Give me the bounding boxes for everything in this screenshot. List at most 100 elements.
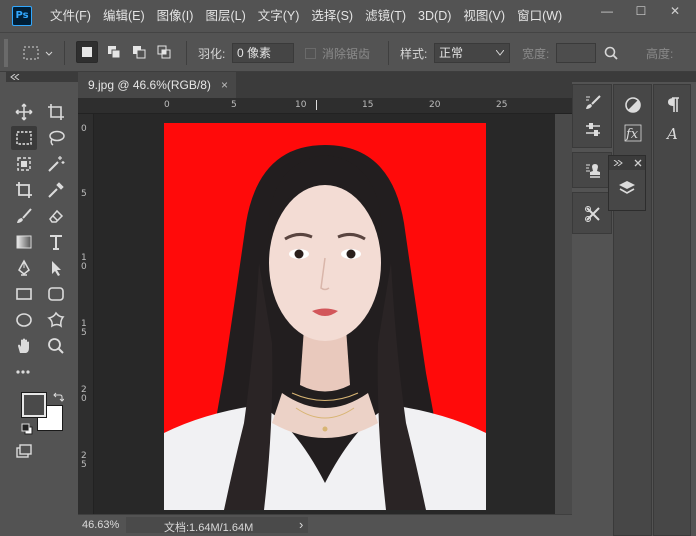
hand-tool[interactable] [11,334,37,358]
paragraph-panel-button[interactable] [660,93,686,117]
horizontal-ruler[interactable]: 0 5 10 15 20 25 [78,98,572,114]
minimize-button[interactable]: — [590,0,624,22]
eyedropper-tool[interactable] [43,178,69,202]
eraser-tool[interactable] [43,204,69,228]
sliders-icon [586,123,600,136]
type-tool[interactable] [43,230,69,254]
marquee-icon [16,131,32,145]
character-panel-button[interactable]: A [660,121,686,145]
screen-mode-button[interactable] [11,440,37,464]
menu-3d[interactable]: 3D(D) [412,0,457,32]
width-input-wrap [556,33,596,73]
zoom-tool[interactable] [43,334,69,358]
feather-input[interactable]: 0 像素 [232,43,294,63]
brush-settings-icon [586,95,601,109]
antialias-label: 消除锯齿 [322,46,371,61]
menu-type[interactable]: 文字(Y) [252,0,306,32]
tool-preset-picker[interactable] [22,33,56,73]
swap-colors-icon[interactable] [52,391,64,403]
object-select-icon [17,157,31,171]
clone-source-button[interactable] [580,159,606,183]
style-select[interactable]: 正常 [434,43,510,63]
close-icon[interactable] [634,159,642,167]
menu-view[interactable]: 视图(V) [457,0,511,32]
antialias-checkbox[interactable] [305,47,316,59]
more-tools-button[interactable] [11,360,37,384]
brush-icon [17,208,32,223]
panel-column-header[interactable] [613,72,653,82]
type-icon [50,235,62,250]
menu-window[interactable]: 窗口(W) [511,0,568,32]
layers-icon [619,181,635,194]
fx-icon: fx [624,124,642,142]
subtract-selection-button[interactable] [128,41,150,63]
move-tool[interactable] [11,100,37,124]
status-menu-arrow[interactable]: › [299,517,303,532]
tools-panel-header[interactable] [6,72,78,82]
brush-tool[interactable] [11,204,37,228]
styles-panel-button[interactable]: fx [620,121,646,145]
rectangle-tool[interactable] [11,282,37,306]
ruler-h-label: 15 [362,100,374,110]
gradient-tool[interactable] [11,230,37,254]
menu-layer[interactable]: 图层(L) [199,0,251,32]
eraser-icon [49,209,64,223]
intersect-selection-button[interactable] [153,41,175,63]
menu-image[interactable]: 图像(I) [151,0,200,32]
panel-column-header[interactable] [572,72,613,82]
close-button[interactable]: ✕ [658,0,692,22]
object-select-tool[interactable] [11,152,37,176]
color-wheel-icon [625,97,641,113]
add-selection-button[interactable] [103,41,125,63]
path-select-tool[interactable] [43,256,69,280]
color-panel-button[interactable] [620,93,646,117]
layers-panel-button[interactable] [614,176,640,200]
status-bar: 46.63% 文档:1.64M/1.64M › [78,514,572,536]
default-colors-icon[interactable] [21,423,33,435]
portrait-image[interactable] [164,123,486,510]
vertical-ruler[interactable]: 0 5 1 0 1 5 2 0 2 5 [78,114,94,514]
swap-dimensions-button[interactable] [604,33,618,73]
adjustments-button[interactable] [580,118,606,142]
panel-column-1 [572,72,613,536]
document-tab[interactable]: 9.jpg @ 46.6%(RGB/8) × [78,72,236,98]
style-label: 样式: [400,46,428,61]
tool-presets-button[interactable] [580,202,606,226]
close-tab-icon[interactable]: × [221,72,228,98]
pen-tool[interactable] [11,256,37,280]
expand-icon[interactable] [613,160,623,166]
ellipse-tool[interactable] [11,308,37,332]
panel-column-header[interactable] [653,72,696,82]
magic-wand-tool[interactable] [43,152,69,176]
width-input[interactable] [556,43,596,63]
add-selection-icon [108,46,121,59]
rounded-rect-tool[interactable] [43,282,69,306]
panel-column-3: A [653,72,696,536]
options-bar: 羽化: 0 像素 消除锯齿 样式: 正常 宽度: 高度: [0,32,696,72]
canvas-area[interactable] [94,114,555,514]
menu-edit[interactable]: 编辑(E) [97,0,151,32]
path-select-icon [52,261,61,276]
vertical-scrollbar[interactable] [555,114,572,514]
options-grip[interactable] [4,39,8,67]
brush-settings-button[interactable] [580,91,606,115]
foreground-color-swatch[interactable] [21,392,47,418]
menu-file[interactable]: 文件(F) [44,0,97,32]
layers-popup-header[interactable] [609,156,645,170]
marquee-tool[interactable] [11,126,37,150]
restore-button[interactable]: ☐ [624,0,658,22]
menu-select[interactable]: 选择(S) [305,0,359,32]
zoom-level[interactable]: 46.63% [82,519,119,531]
ruler-v-label: 1 5 [81,319,87,338]
eyedropper-icon [48,182,64,198]
artboard-tool[interactable] [43,100,69,124]
new-selection-button[interactable] [76,41,98,63]
custom-shape-tool[interactable] [43,308,69,332]
lasso-tool[interactable] [43,126,69,150]
rounded-rect-icon [48,287,64,301]
crop-tool[interactable] [11,178,37,202]
chevron-down-icon [496,50,504,56]
menu-filter[interactable]: 滤镜(T) [359,0,412,32]
window-controls: — ☐ ✕ [584,0,696,22]
menu-bar: Ps 文件(F) 编辑(E) 图像(I) 图层(L) 文字(Y) 选择(S) 滤… [0,0,696,32]
